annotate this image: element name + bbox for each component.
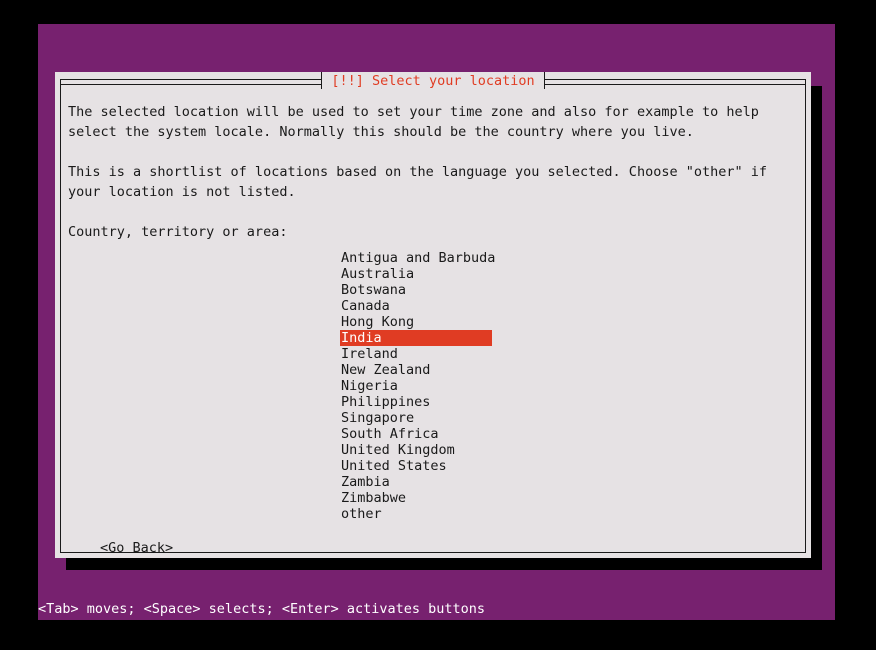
country-list-item[interactable]: Canada xyxy=(340,298,492,314)
country-list-item[interactable]: Zambia xyxy=(340,474,492,490)
country-list-item[interactable]: South Africa xyxy=(340,426,492,442)
country-list-item[interactable]: Nigeria xyxy=(340,378,492,394)
country-list-item[interactable]: Philippines xyxy=(340,394,492,410)
country-list[interactable]: Antigua and Barbuda Australia Botswana Cana… xyxy=(61,250,805,522)
description-line-3: This is a shortlist of locations based o… xyxy=(68,164,767,180)
country-list-item[interactable]: Botswana xyxy=(340,282,492,298)
go-back-row: <Go Back> xyxy=(61,538,805,558)
description-line-2: select the system locale. Normally this … xyxy=(68,124,694,140)
keyboard-hint-status-bar: <Tab> moves; <Space> selects; <Enter> ac… xyxy=(38,601,486,617)
country-list-item[interactable]: India xyxy=(340,330,492,346)
description-line-1: The selected location will be used to se… xyxy=(68,104,759,120)
country-list-item[interactable]: Hong Kong xyxy=(340,314,492,330)
go-back-button[interactable]: <Go Back> xyxy=(100,538,173,558)
paragraph-spacer-2 xyxy=(61,202,805,222)
country-list-item[interactable]: New Zealand xyxy=(340,362,492,378)
select-location-dialog: [!!] Select your location The selected l… xyxy=(55,71,811,558)
description-line-4: your location is not listed. xyxy=(68,184,296,200)
country-list-item[interactable]: Ireland xyxy=(340,346,492,362)
country-list-item[interactable]: Singapore xyxy=(340,410,492,426)
country-list-item[interactable]: United States xyxy=(340,458,492,474)
country-list-item[interactable]: United Kingdom xyxy=(340,442,492,458)
country-field-label: Country, territory or area: xyxy=(68,224,288,240)
country-list-item[interactable]: Zimbabwe xyxy=(340,490,492,506)
dialog-body: The selected location will be used to se… xyxy=(61,80,805,556)
paragraph-spacer-1 xyxy=(61,142,805,162)
country-list-item[interactable]: Australia xyxy=(340,266,492,282)
country-list-item[interactable]: Antigua and Barbuda xyxy=(340,250,495,266)
country-list-item[interactable]: other xyxy=(340,506,492,522)
terminal-screen: [!!] Select your location The selected l… xyxy=(0,0,876,650)
